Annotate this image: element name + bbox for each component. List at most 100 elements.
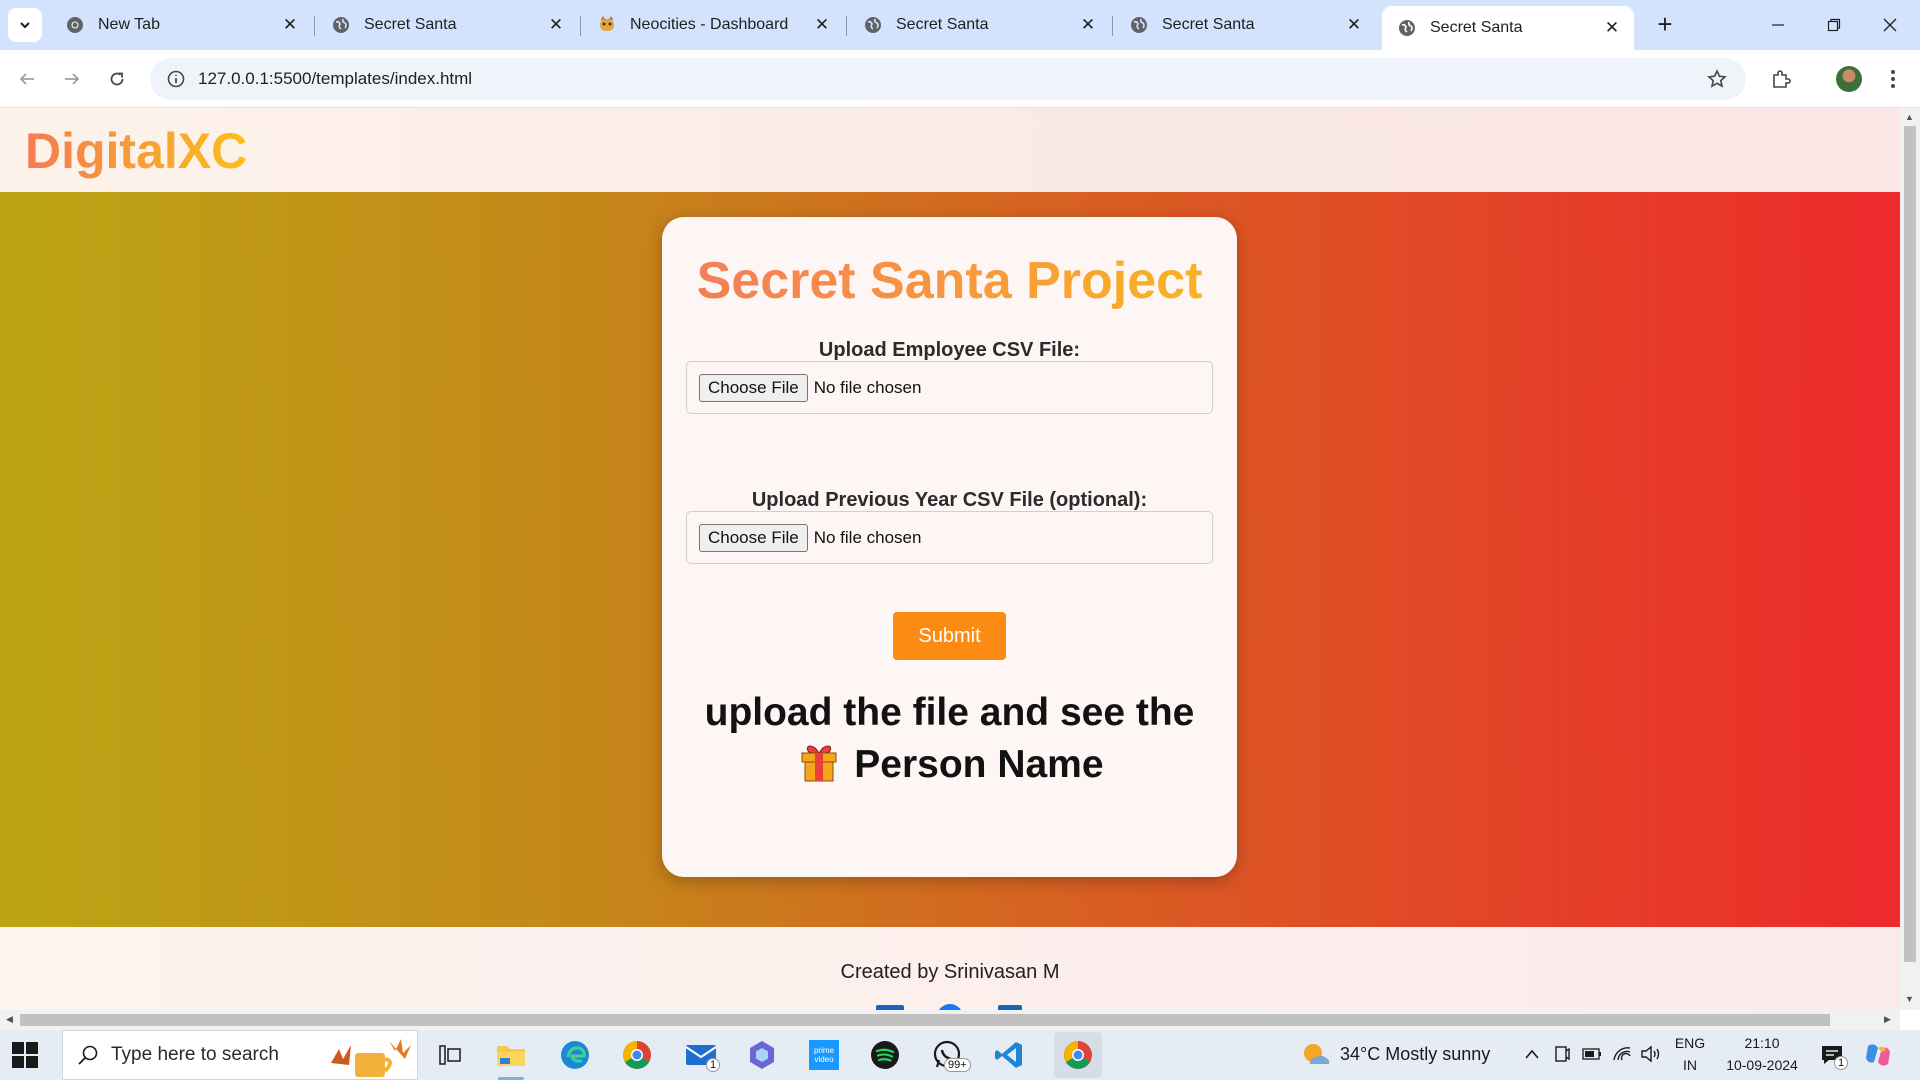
restore-button[interactable] — [1806, 0, 1862, 50]
previous-csv-label: Upload Previous Year CSV File (optional)… — [751, 489, 1148, 511]
horizontal-scroll-thumb[interactable] — [20, 1014, 1830, 1026]
prime-video-icon: primevideo — [809, 1040, 839, 1070]
submit-button[interactable]: Submit — [893, 612, 1006, 660]
choose-file-button[interactable]: Choose File — [699, 523, 808, 552]
globe-icon — [1131, 17, 1147, 33]
globe-icon — [865, 17, 881, 33]
vertical-scrollbar[interactable]: ▲ ▼ — [1900, 108, 1920, 1010]
choose-file-button[interactable]: Choose File — [699, 373, 808, 402]
reload-button[interactable] — [100, 62, 134, 96]
restore-icon — [1827, 18, 1841, 32]
hero-section: Secret Santa Project Upload Employee CSV… — [0, 192, 1900, 927]
horizontal-scrollbar[interactable]: ◀ ▶ — [0, 1010, 1900, 1030]
mail-social-icon[interactable] — [876, 1003, 904, 1010]
vscode-button[interactable] — [992, 1038, 1026, 1072]
employee-csv-input[interactable]: Choose File No file chosen — [686, 361, 1213, 414]
facebook-social-icon[interactable] — [936, 1003, 964, 1010]
language-indicator[interactable]: ENG IN — [1672, 1032, 1708, 1076]
mail-badge: 1 — [706, 1058, 721, 1072]
tab-close-icon[interactable]: ✕ — [1078, 15, 1098, 35]
site-logo[interactable]: DigitalXC — [25, 122, 247, 180]
windows-start-icon[interactable] — [12, 1042, 38, 1068]
address-bar[interactable]: 127.0.0.1:5500/templates/index.html — [150, 58, 1746, 100]
card-title: Secret Santa Project — [662, 251, 1237, 311]
mail-button[interactable]: 1 — [684, 1038, 721, 1072]
bookmark-star-button[interactable] — [1700, 62, 1734, 96]
result-message: upload the file and see the Person Name — [702, 687, 1197, 791]
message-text: upload the file and see the — [704, 691, 1195, 734]
tab-secret-santa-active[interactable]: Secret Santa ✕ — [1382, 6, 1634, 50]
vertical-scroll-thumb[interactable] — [1904, 126, 1916, 962]
gift-icon — [801, 745, 837, 782]
meet-now-icon[interactable] — [1554, 1045, 1570, 1063]
tab-close-icon[interactable]: ✕ — [1602, 18, 1622, 38]
task-view-button[interactable] — [433, 1038, 467, 1072]
profile-avatar[interactable] — [1836, 66, 1862, 92]
back-button[interactable] — [10, 62, 44, 96]
scroll-right-arrow-icon[interactable]: ▶ — [1884, 1014, 1891, 1025]
vscode-icon — [995, 1042, 1022, 1068]
chevron-up-icon[interactable] — [1524, 1048, 1540, 1060]
minimize-button[interactable] — [1750, 0, 1806, 50]
chrome-icon — [67, 17, 83, 33]
wifi-icon[interactable] — [1612, 1044, 1632, 1062]
copilot-app-button[interactable] — [745, 1038, 779, 1072]
star-icon — [1707, 69, 1727, 88]
tab-new-tab[interactable]: New Tab ✕ — [50, 6, 312, 44]
menu-button[interactable] — [1876, 62, 1910, 96]
clock-date: 10-09-2024 — [1726, 1057, 1798, 1073]
tab-strip: New Tab ✕ Secret Santa ✕ Neocities - Das… — [0, 0, 1920, 50]
tab-search-button[interactable] — [8, 8, 42, 42]
scroll-left-arrow-icon[interactable]: ◀ — [6, 1014, 13, 1025]
tab-secret-santa[interactable]: Secret Santa ✕ — [1114, 6, 1376, 44]
notification-badge: 1 — [1834, 1056, 1849, 1070]
message-text-end: Person Name — [854, 743, 1104, 786]
chrome-active-button[interactable] — [1054, 1032, 1102, 1078]
tab-title: Secret Santa — [364, 16, 457, 33]
new-tab-button[interactable]: + — [1650, 10, 1680, 40]
weather-text[interactable]: 34°C Mostly sunny — [1340, 1044, 1490, 1065]
tab-title: New Tab — [98, 16, 160, 33]
volume-icon[interactable] — [1640, 1044, 1662, 1064]
site-info-icon[interactable] — [154, 70, 198, 88]
spotify-icon — [871, 1041, 899, 1069]
tab-close-icon[interactable]: ✕ — [546, 15, 566, 35]
search-icon — [78, 1045, 98, 1065]
scroll-down-arrow-icon[interactable]: ▼ — [1905, 994, 1914, 1004]
clock[interactable]: 21:10 10-09-2024 — [1714, 1032, 1810, 1076]
arrow-left-icon — [19, 73, 34, 85]
edge-button[interactable] — [558, 1038, 592, 1072]
battery-icon[interactable] — [1582, 1048, 1602, 1060]
chrome-taskbar-button[interactable] — [620, 1038, 654, 1072]
folder-icon — [497, 1046, 525, 1066]
tab-secret-santa[interactable]: Secret Santa ✕ — [848, 6, 1110, 44]
spotify-button[interactable] — [868, 1038, 902, 1072]
close-window-button[interactable] — [1862, 0, 1918, 50]
tab-secret-santa[interactable]: Secret Santa ✕ — [316, 6, 578, 44]
tab-title: Secret Santa — [896, 16, 989, 33]
puzzle-icon — [1773, 70, 1791, 88]
previous-csv-input[interactable]: Choose File No file chosen — [686, 511, 1213, 564]
copilot-icon[interactable] — [1864, 1042, 1892, 1068]
taskbar-search[interactable]: Type here to search — [62, 1030, 418, 1080]
tab-title: Secret Santa — [1162, 16, 1255, 33]
hexagon-app-icon — [750, 1041, 774, 1069]
weather-sun-icon[interactable] — [1302, 1042, 1330, 1068]
file-explorer-button[interactable] — [494, 1038, 528, 1080]
scroll-up-arrow-icon[interactable]: ▲ — [1905, 112, 1914, 122]
tab-title: Neocities - Dashboard — [630, 16, 789, 33]
tab-close-icon[interactable]: ✕ — [1344, 15, 1364, 35]
svg-text:video: video — [814, 1055, 834, 1064]
forward-button[interactable] — [55, 62, 89, 96]
prime-video-button[interactable]: prime video — [807, 1038, 841, 1072]
linkedin-social-icon[interactable] — [996, 1003, 1024, 1010]
tab-close-icon[interactable]: ✕ — [280, 15, 300, 35]
whatsapp-button[interactable]: 99+ — [930, 1038, 971, 1072]
autumn-leaves-cup-icon — [331, 1039, 411, 1077]
svg-text:prime: prime — [814, 1046, 835, 1055]
tab-neocities-dashboard[interactable]: Neocities - Dashboard ✕ — [582, 6, 844, 44]
url-text[interactable]: 127.0.0.1:5500/templates/index.html — [198, 69, 472, 89]
tab-close-icon[interactable]: ✕ — [812, 15, 832, 35]
chrome-icon — [623, 1041, 651, 1069]
extensions-button[interactable] — [1764, 62, 1798, 96]
